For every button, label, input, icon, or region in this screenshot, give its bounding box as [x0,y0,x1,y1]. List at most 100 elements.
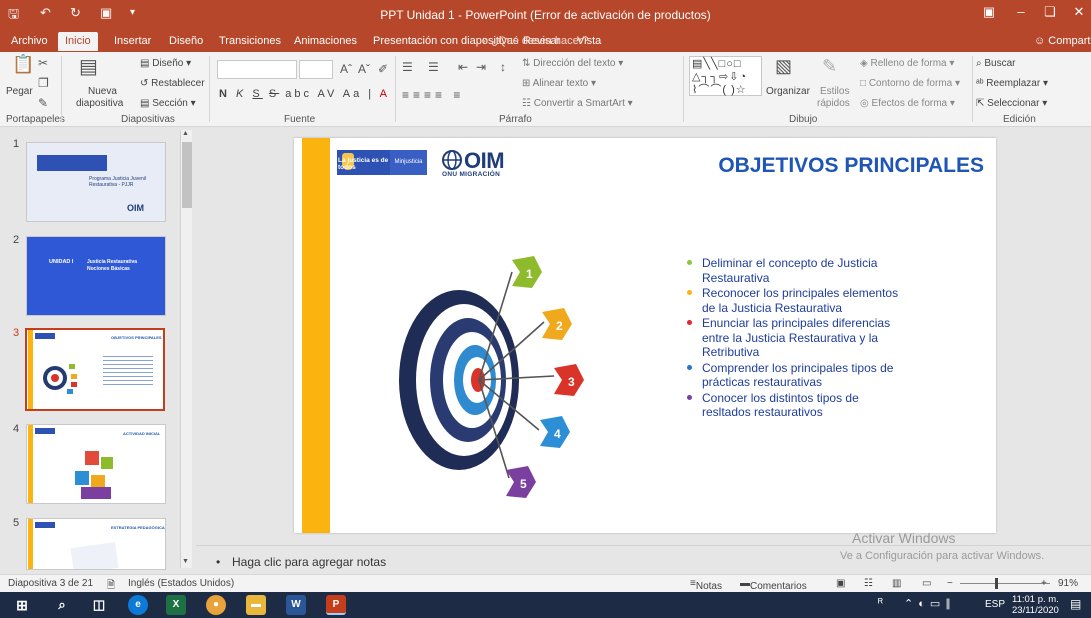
search-icon[interactable]: ⌕ [52,595,72,615]
new-slide-label-2[interactable]: diapositiva [76,98,123,109]
select-button[interactable]: ⇱ Seleccionar ▾ [976,98,1047,109]
objective-item[interactable]: Conocer los distintos tipos de resltados… [674,391,904,420]
language-indicator[interactable]: Inglés (Estados Unidos) [128,578,234,589]
people-icon[interactable]: ᴿ [878,597,883,609]
arrange-label[interactable]: Organizar [766,86,810,97]
slide-sorter-icon[interactable]: ☷ [864,578,873,589]
paste-label[interactable]: Pegar [6,86,33,97]
ribbon-display-icon[interactable]: ▣ [976,4,1002,20]
align-icons[interactable]: ≡≡≡≡ ≡ [402,88,464,102]
tab-insertar[interactable]: Insertar [114,35,151,47]
shape-outline-button[interactable]: □ Contorno de forma ▾ [860,78,960,89]
find-button[interactable]: ⌕ Buscar [976,58,1016,69]
font-format-buttons[interactable]: N K S S abc AV Aa | A [219,88,390,100]
slide-thumbnail-4[interactable]: ACTIVIDAD INICIAL [26,424,166,504]
cut-icon[interactable]: ✂ [38,56,48,70]
shape-fill-button[interactable]: ◈ Relleno de forma ▾ [860,58,954,69]
edge-icon[interactable]: e [128,595,148,615]
align-text-button[interactable]: ⊞ Alinear texto ▾ [522,78,596,89]
arrange-icon[interactable]: ▧ [775,56,792,77]
clear-format-icon[interactable]: ✐ [378,62,388,76]
new-slide-label[interactable]: Nueva [88,86,117,97]
section-button[interactable]: ▤ Sección ▾ [140,98,196,109]
slideshow-icon[interactable]: ▭ [922,578,931,589]
reading-view-icon[interactable]: ▥ [892,578,901,589]
normal-view-icon[interactable]: ▣ [836,578,845,589]
objectives-list[interactable]: Deliminar el concepto de Justicia Restau… [674,256,904,421]
quick-styles-label[interactable]: Estilos [820,86,849,97]
quick-styles-label-2[interactable]: rápidos [817,98,850,109]
quick-styles-icon[interactable]: ✎ [822,56,837,77]
zoom-slider[interactable] [960,583,1050,584]
slide-thumbnail-2[interactable]: UNIDAD I Justicia Restaurativa Nociones B… [26,236,166,316]
zoom-out-icon[interactable]: − [947,578,953,589]
indent-icon[interactable]: ⇤ [458,60,468,74]
notification-icon[interactable]: ▤ [1070,597,1081,611]
word-icon[interactable]: W [286,595,306,615]
font-size-input[interactable] [299,60,333,79]
new-slide-icon[interactable]: ▤ [79,54,98,79]
tab-archivo[interactable]: Archivo [11,35,48,47]
replace-button[interactable]: ᵃᵇ Reemplazar ▾ [976,78,1048,89]
tab-diseno[interactable]: Diseño [169,35,203,47]
scroll-thumb[interactable] [182,142,192,208]
slide-thumbnail-5[interactable]: ESTRATEGIA PEDAGÓGICA [26,518,166,570]
paste-icon[interactable]: 📋 [12,54,34,75]
format-painter-icon[interactable]: ✎ [38,96,48,110]
system-clock[interactable]: 11:01 p. m. 23/11/2020 [1012,594,1059,616]
bullets-icon[interactable]: ☰ [402,60,413,74]
group-diapositivas: Diapositivas [121,114,175,125]
tray-icons[interactable]: ⌃◐▭∥ [904,597,956,610]
objective-item[interactable]: Enunciar las principales diferencias ent… [674,316,904,360]
shrink-font-icon[interactable]: Aˇ [358,62,370,76]
bullet-dot [687,260,692,265]
layout-button[interactable]: ▤ Diseño ▾ [140,58,191,69]
comments-toggle[interactable]: ▬ Comentarios [740,578,807,592]
copy-icon[interactable]: ❐ [38,76,49,90]
tab-inicio[interactable]: Inicio [58,32,98,51]
thumbnail-scrollbar[interactable]: ▲ ▼ [180,130,192,568]
minimize-icon[interactable]: – [1008,4,1034,19]
numbering-icon[interactable]: ☰ [428,60,439,74]
shapes-gallery[interactable]: ▤╲╲□○□ △┐┐⇨⇩◔ ⌇⌒⌒( )☆ [689,56,762,96]
shape-effects-button[interactable]: ◎ Efectos de forma ▾ [860,98,955,109]
slide-canvas[interactable]: La justicia es de todos Minjusticia OIM … [294,138,996,533]
reset-button[interactable]: ↺ Restablecer [140,78,205,89]
powerpoint-icon[interactable]: P [326,595,346,615]
scroll-up-icon[interactable]: ▲ [182,130,189,137]
objective-item[interactable]: Comprender los principales tipos de prác… [674,361,904,390]
notes-toggle[interactable]: ≡ Notas [690,578,722,592]
objective-item[interactable]: Reconocer los principales elementos de l… [674,286,904,315]
scroll-down-icon[interactable]: ▼ [182,558,189,565]
font-family-input[interactable] [217,60,297,79]
activation-watermark-text: Ve a Configuración para activar Windows. [840,550,1045,562]
thumb-title: OBJETIVOS PRINCIPALES [111,335,162,340]
chrome-icon[interactable]: ● [206,595,226,615]
excel-icon[interactable]: X [166,595,186,615]
slide-thumbnail-1[interactable]: Programa Justicia Juvenil Restaurativa - … [26,142,166,222]
file-explorer-icon[interactable]: ▬ [246,595,266,615]
grow-font-icon[interactable]: Aˆ [340,62,352,76]
group-parrafo: Párrafo [499,114,532,125]
zoom-level[interactable]: 91% [1058,578,1078,589]
notes-placeholder[interactable]: Haga clic para agregar notas [232,555,386,569]
tab-transiciones[interactable]: Transiciones [219,35,281,47]
objective-item[interactable]: Deliminar el concepto de Justicia Restau… [674,256,904,285]
windows-taskbar: ⊞ ⌕ ◫ e X ● ▬ W P ᴿ ⌃◐▭∥ ESP 11:01 p. m.… [0,592,1091,618]
slide-thumbnail-3[interactable]: OBJETIVOS PRINCIPALES [25,328,165,411]
zoom-slider-thumb[interactable] [995,578,998,589]
text-direction-button[interactable]: ⇅ Dirección del texto ▾ [522,58,623,69]
close-icon[interactable]: ✕ [1066,4,1091,20]
line-spacing-icon[interactable]: ↕ [500,60,506,74]
input-language[interactable]: ESP [985,599,1005,610]
outdent-icon[interactable]: ⇥ [476,60,486,74]
smartart-button[interactable]: ☷ Convertir a SmartArt ▾ [522,98,633,109]
share-button[interactable]: ☺ Compartir [1034,35,1091,47]
windows-start-icon[interactable]: ⊞ [12,595,32,615]
zoom-in-icon[interactable]: + [1041,578,1047,589]
tab-animaciones[interactable]: Animaciones [294,35,357,47]
task-view-icon[interactable]: ◫ [89,595,109,615]
tell-me-search[interactable]: ♀ ¿Qué desea hacer? [480,35,589,47]
slide-title[interactable]: OBJETIVOS PRINCIPALES [674,154,984,178]
restore-icon[interactable]: ❏ [1037,4,1063,20]
